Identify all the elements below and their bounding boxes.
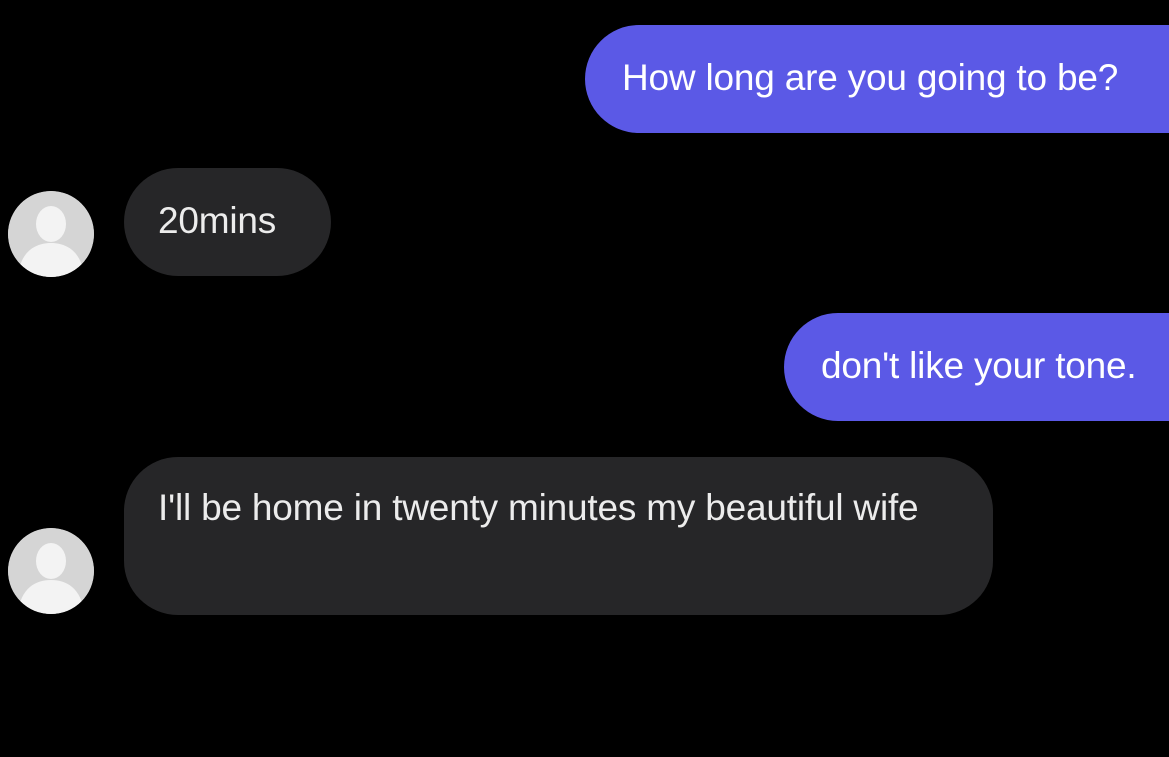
incoming-message-bubble[interactable]: I'll be home in twenty minutes my beauti…: [124, 457, 993, 615]
incoming-message-bubble[interactable]: 20mins: [124, 168, 331, 276]
message-text: don't like your tone.: [821, 345, 1137, 386]
outgoing-message-bubble[interactable]: don't like your tone.: [784, 313, 1169, 421]
message-text: I'll be home in twenty minutes my beauti…: [158, 487, 919, 528]
default-person-avatar-icon: [8, 528, 94, 614]
message-text: How long are you going to be?: [622, 57, 1119, 98]
contact-avatar-icon[interactable]: [8, 191, 94, 277]
message-text: 20mins: [158, 200, 277, 241]
contact-avatar-icon[interactable]: [8, 528, 94, 614]
outgoing-message-bubble[interactable]: How long are you going to be?: [585, 25, 1169, 133]
message-thread[interactable]: How long are you going to be? 20mins don…: [0, 0, 1169, 757]
default-person-avatar-icon: [8, 191, 94, 277]
